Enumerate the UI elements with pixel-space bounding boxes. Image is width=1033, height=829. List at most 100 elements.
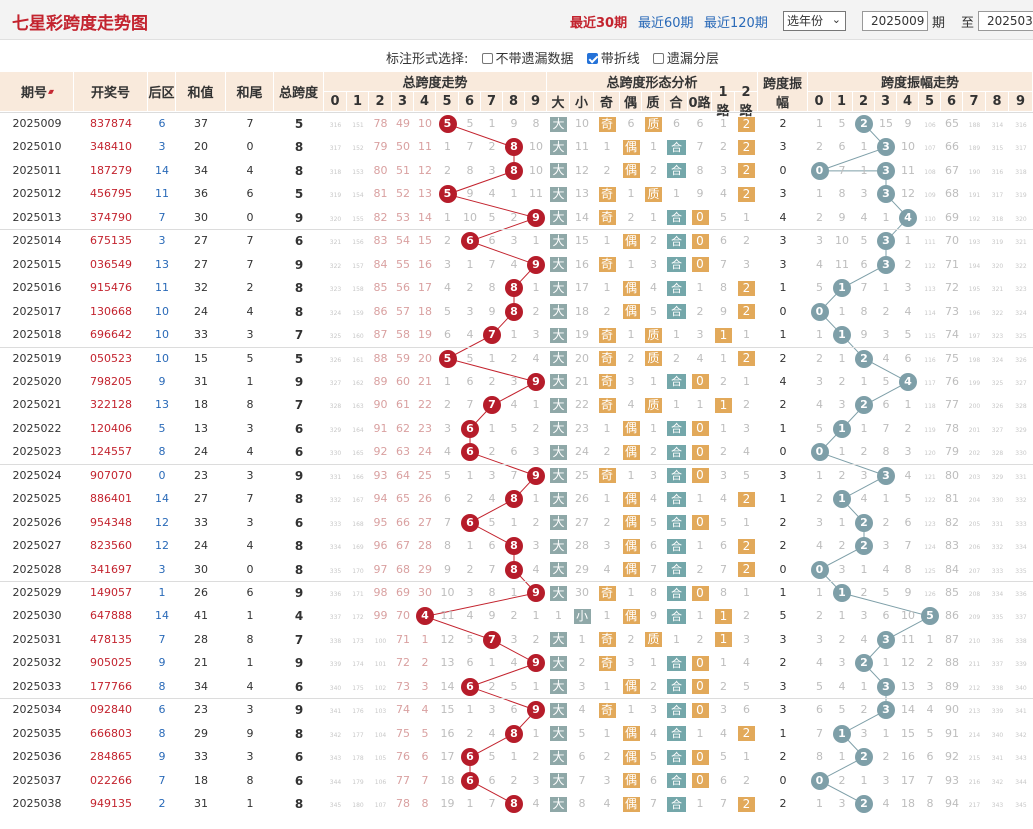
amp-miss: 338	[986, 676, 1009, 700]
shape-miss: 1	[650, 656, 657, 670]
amp-miss-value: 1	[816, 187, 823, 201]
amp-miss: 200	[963, 394, 986, 418]
shape-miss: 13	[575, 187, 589, 201]
period-cell: 2025037	[12, 773, 62, 787]
amp-miss-value: 333	[991, 567, 1004, 575]
shape-cell: 大	[547, 160, 570, 182]
shape-cell: 偶	[620, 676, 642, 698]
shape-miss: 1	[650, 421, 657, 435]
period-cell: 2025021	[12, 398, 62, 412]
shape-cell: 4	[642, 488, 665, 510]
trend-miss: 338	[324, 629, 347, 653]
trend-miss: 11	[436, 605, 459, 627]
amp-miss-value: 8	[882, 445, 890, 459]
trend-ball-label: 7	[483, 630, 501, 649]
shape-cell: 大	[547, 183, 570, 205]
trend-miss-value: 9	[444, 562, 451, 576]
shape-cell: 1	[688, 793, 712, 815]
trend-miss-value: 7	[444, 515, 451, 529]
amp-miss-value: 325	[1015, 333, 1027, 341]
route-value: 9	[696, 187, 704, 201]
trend-miss-value: 169	[352, 544, 364, 552]
amp-miss: 6	[875, 605, 897, 627]
trend-miss: 318	[324, 160, 347, 184]
amp-miss: 112	[919, 254, 941, 278]
amp-miss-value: 323	[1015, 286, 1027, 294]
trend-miss-value: 1	[532, 281, 540, 295]
trend-miss: 4	[525, 559, 547, 581]
shape-miss: 23	[575, 421, 589, 435]
amp-miss: 119	[919, 418, 941, 442]
trend-miss-value: 2	[444, 398, 451, 412]
shape-cell: 5	[642, 512, 665, 534]
trend-miss-value: 52	[396, 187, 410, 201]
trend-miss-value: 12	[440, 632, 455, 646]
amp-miss-value: 12	[901, 656, 915, 670]
trend-ball-label: 7	[483, 326, 501, 345]
shape-cell: 0	[688, 746, 712, 768]
shape-cell: 合	[665, 230, 688, 252]
trend-miss-value: 4	[444, 445, 451, 459]
trend-miss: 9	[481, 301, 503, 323]
route-value: 1	[720, 351, 727, 365]
amp-miss-value: 316	[1015, 122, 1027, 129]
trend-miss-value: 20	[418, 351, 432, 365]
shape-miss: 2	[627, 210, 635, 224]
amp-miss-value: 4	[816, 398, 823, 412]
amp-miss-value: 1	[838, 750, 846, 764]
shape-cell: 奇	[594, 371, 620, 393]
shape-cell: 0	[688, 230, 712, 252]
group-trend-label: 总跨度走势	[402, 76, 468, 91]
amp-miss: 330	[986, 488, 1009, 512]
amp-miss-value: 106	[924, 122, 936, 129]
trend-miss: 322	[324, 254, 347, 278]
amp-miss: 2	[831, 770, 853, 792]
col-period[interactable]: 期号 ▴▾	[0, 72, 74, 112]
shape-cell: 0	[688, 207, 712, 229]
trend-miss-value: 321	[329, 239, 342, 247]
trend-miss-value: 15	[440, 703, 455, 717]
amp-ball-label: 3	[877, 466, 895, 485]
back-cell: 6	[158, 117, 166, 130]
back-cell: 11	[155, 187, 169, 201]
route-value: 2	[743, 773, 750, 787]
amp-miss: 117	[919, 371, 941, 395]
trend-miss-value: 158	[352, 286, 364, 294]
amp-miss-value: 65	[945, 117, 959, 130]
amp-miss: 317	[1009, 136, 1033, 160]
amp-miss: 326	[986, 394, 1009, 418]
trend-miss: 343	[324, 746, 347, 770]
amp-miss-value: 123	[924, 520, 936, 528]
trend-miss-value: 3	[488, 163, 496, 177]
shape-miss: 1	[603, 421, 611, 435]
trend-miss-value: 50	[396, 140, 410, 154]
span-cell: 6	[294, 750, 304, 765]
shape-mark: 偶	[622, 280, 640, 296]
shape-mark: 大	[550, 233, 567, 249]
shape-cell: 1	[642, 371, 665, 393]
amp-miss-value: 10	[901, 609, 915, 623]
amp-ball: 0	[808, 770, 831, 792]
shape-cell: 奇	[594, 183, 620, 205]
amp-miss: 3	[875, 535, 897, 557]
shape-cell: 1	[594, 605, 620, 627]
group-amp-trend-label: 跨度振幅走势	[880, 76, 959, 91]
shape-cell: 7	[712, 254, 735, 276]
shape-mark: 质	[645, 351, 662, 366]
sum-cell: 18	[194, 773, 208, 787]
amp-miss: 2	[875, 512, 897, 534]
sort-icon[interactable]: ▴▾	[48, 87, 54, 96]
trend-miss-value: 55	[396, 257, 410, 271]
amp-miss: 2	[853, 582, 875, 604]
shape-mark: 合	[667, 280, 686, 296]
shape-col-4-label: 质	[646, 96, 660, 111]
shape-mark: 大	[550, 139, 567, 155]
shape-miss: 1	[627, 586, 635, 599]
trend-miss: 70	[392, 605, 414, 627]
trend-miss-value: 14	[418, 210, 432, 224]
trend-miss-value: 2	[532, 421, 540, 435]
shape-cell: 2	[594, 746, 620, 768]
amp-miss: 115	[919, 324, 941, 348]
shape-cell: 合	[665, 746, 688, 768]
amp-miss: 4	[875, 793, 897, 815]
